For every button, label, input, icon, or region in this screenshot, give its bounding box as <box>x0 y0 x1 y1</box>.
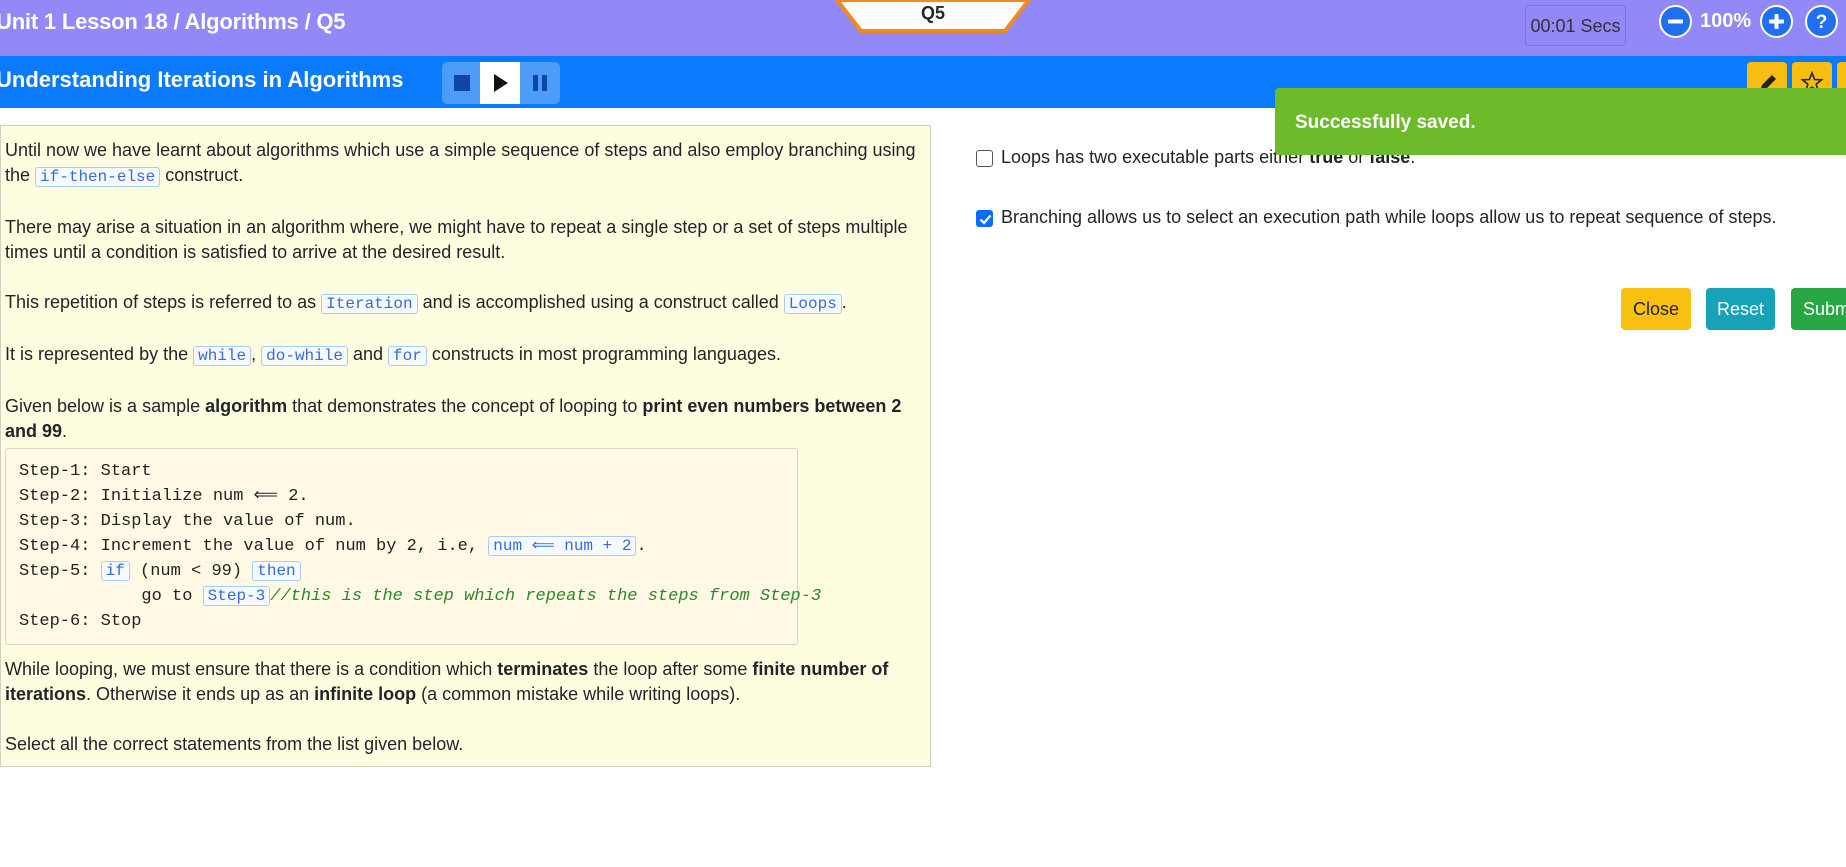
text: , <box>251 344 262 364</box>
code-if-then-else: if-then-else <box>35 167 161 187</box>
lesson-title: Understanding Iterations in Algorithms <box>0 67 404 92</box>
text: It is represented by the <box>5 344 194 364</box>
text: that demonstrates the concept of looping… <box>287 396 643 416</box>
text: and is accomplished using a construct ca… <box>417 292 784 312</box>
option-2-checkbox[interactable] <box>976 210 993 227</box>
option-1-checkbox[interactable] <box>976 150 993 167</box>
paragraph-intro: Until now we have learnt about algorithm… <box>5 138 925 190</box>
question-tab-label: Q5 <box>920 3 945 23</box>
paragraph-iteration: This repetition of steps is referred to … <box>5 290 925 317</box>
code-line: go to <box>19 587 203 606</box>
paragraph-terminate: While looping, we must ensure that there… <box>5 657 925 707</box>
code-line: Step-6: Stop <box>19 612 142 631</box>
text: . <box>841 292 847 312</box>
stop-button[interactable] <box>442 62 482 104</box>
code-for: for <box>388 346 427 366</box>
submit-button[interactable]: Submit <box>1791 288 1846 330</box>
bold-text: algorithm <box>205 396 288 416</box>
code-loops: Loops <box>783 294 842 314</box>
paragraph-sample: Given below is a sample algorithm that d… <box>5 394 925 444</box>
reset-button[interactable]: Reset <box>1706 288 1775 330</box>
code-then: then <box>252 561 301 581</box>
close-button[interactable]: Close <box>1621 288 1691 330</box>
code-if: if <box>100 561 130 581</box>
bold-text: terminates <box>497 659 589 679</box>
text: . Otherwise it ends up as an <box>86 684 315 704</box>
minus-circle-icon <box>1668 19 1683 24</box>
code-line: Step-1: Start <box>19 462 152 481</box>
text: Given below is a sample <box>5 396 206 416</box>
zoom-level: 100% <box>1700 10 1752 32</box>
pause-button[interactable] <box>520 62 560 104</box>
plus-circle-icon <box>1769 14 1784 29</box>
code-while: while <box>193 346 252 366</box>
success-toast: Successfully saved. <box>1275 88 1846 155</box>
svg-text:?: ? <box>1816 12 1828 33</box>
help-button[interactable]: ? <box>1805 5 1838 38</box>
code-iteration: Iteration <box>321 294 418 314</box>
code-line: . <box>636 537 647 556</box>
code-increment: num ⟸ num + 2 <box>488 536 637 556</box>
code-line: Step-2: Initialize num ⟸ 2. <box>19 487 309 506</box>
checkmark-icon <box>979 214 992 225</box>
question-circle-icon: ? <box>1816 12 1828 33</box>
text: This repetition of steps is referred to … <box>5 292 322 312</box>
code-line: (num < 99) <box>129 562 253 581</box>
play-button[interactable] <box>480 62 520 104</box>
breadcrumb: Unit 1 Lesson 18 / Algorithms / Q5 <box>0 9 346 34</box>
code-do-while: do-while <box>261 346 348 366</box>
pause-icon <box>533 75 547 91</box>
code-line: Step-3: Display the value of num. <box>19 512 356 531</box>
text: and <box>347 344 388 364</box>
text: While looping, we must ensure that there… <box>5 659 498 679</box>
bold-text: infinite loop <box>314 684 417 704</box>
text: construct. <box>160 165 244 185</box>
text: (a common mistake while writing loops). <box>416 684 741 704</box>
stop-icon <box>454 75 470 91</box>
code-comment: //this is the step which repeats the ste… <box>270 587 822 606</box>
text: the loop after some <box>588 659 753 679</box>
text: Loops has two executable parts either <box>1001 147 1310 167</box>
play-icon <box>494 74 508 92</box>
text: constructs in most programming languages… <box>426 344 781 364</box>
option-2-label: Branching allows us to select an executi… <box>1001 207 1777 227</box>
code-line: Step-4: Increment the value of num by 2,… <box>19 537 489 556</box>
zoom-out-button[interactable] <box>1659 5 1692 38</box>
text: . <box>62 421 68 441</box>
paragraph-constructs: It is represented by the while, do-while… <box>5 342 925 369</box>
timer: 00:01 Secs <box>1525 5 1626 46</box>
algorithm-code-block: Step-1: Start Step-2: Initialize num ⟸ 2… <box>5 448 821 645</box>
media-controls <box>442 62 560 104</box>
paragraph-repeat: There may arise a situation in an algori… <box>5 217 908 262</box>
paragraph-instruction: Select all the correct statements from t… <box>5 734 464 754</box>
code-step-3: Step-3 <box>202 586 271 606</box>
lesson-content: Until now we have learnt about algorithm… <box>0 125 931 767</box>
question-tab[interactable]: Q5 <box>835 0 1031 35</box>
top-header: Unit 1 Lesson 18 / Algorithms / Q5 Q5 00… <box>0 0 1846 56</box>
zoom-in-button[interactable] <box>1760 5 1793 38</box>
code-line: Step-5: <box>19 562 101 581</box>
